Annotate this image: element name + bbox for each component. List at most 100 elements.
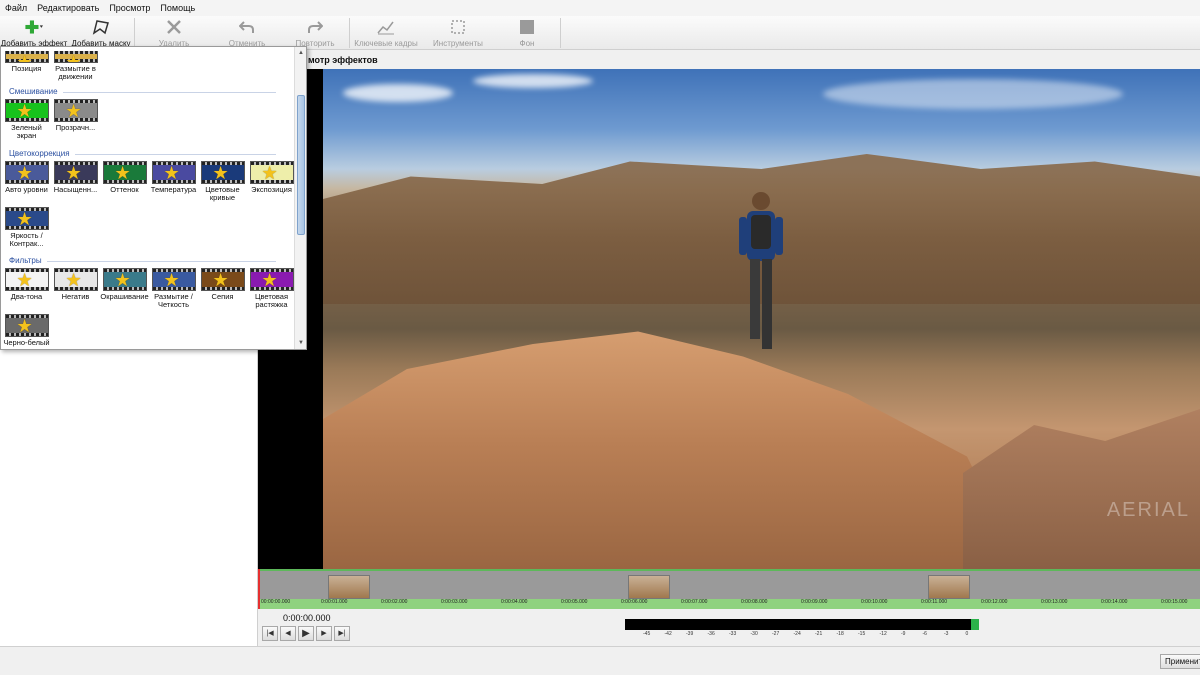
effect-tile[interactable]: ★ Прозрачн... [51,99,100,132]
color-stretch-effect-icon: ★ [249,268,294,291]
timeline-thumbnail[interactable] [928,575,970,599]
step-back-button[interactable]: ◀ [280,626,296,641]
timeline-ruler[interactable]: 00:00:00.000 0:00:01.000 0:00:02.000 0:00:0… [258,599,1200,609]
playhead[interactable] [258,569,260,609]
rock-right [963,409,1200,569]
effects-list: Смешивание Цветокоррекция Фильтры ★ Позиц… [1,47,294,349]
timeline-tick-label: 00:00:00.000 [261,599,291,605]
effect-tile[interactable]: ★ Цветовая растяжка [247,268,296,309]
effect-tile[interactable]: ★ Два-тона [2,268,51,301]
keyframes-button[interactable]: Ключевые кадры [350,16,422,50]
effect-tile[interactable]: ★ Экспозиция [247,161,296,194]
menu-bar: Файл Редактировать Просмотр Помощь [0,0,1200,16]
mask-icon [92,18,110,36]
timeline-thumbnail[interactable] [328,575,370,599]
audio-meter [625,619,971,630]
meter-tick-label: -42 [664,631,672,637]
effect-name: Сепия [211,292,234,301]
cloud [343,84,453,102]
effect-name: Окрашивание [100,292,149,301]
add-effect-button[interactable]: Добавить эффект [0,16,68,50]
scroll-up-icon[interactable]: ▲ [296,48,306,58]
effect-name: Авто уровни [5,185,48,194]
play-button[interactable]: ▶ [298,626,314,641]
step-forward-button[interactable]: ▶ [316,626,332,641]
meter-tick-label: -21 [815,631,823,637]
effects-scrollbar[interactable]: ▲ ▼ [294,47,306,349]
effect-name: Насыщенн... [53,185,98,194]
delete-button[interactable]: Удалить [135,16,213,50]
effect-tile[interactable]: ★ Окрашивание [100,268,149,301]
video-frame: AERIAL [323,69,1200,569]
delete-icon [165,18,183,36]
saturation-effect-icon: ★ [53,161,98,184]
background-button[interactable]: Фон [494,16,560,50]
meter-tick-label: -27 [772,631,780,637]
timeline[interactable]: 00:00:00.000 0:00:01.000 0:00:02.000 0:00:0… [258,569,1200,609]
green-screen-effect-icon: ★ [4,99,49,122]
meter-tick-label: -33 [729,631,737,637]
preview-title: мотр эффектов [258,52,1200,69]
effect-tile[interactable]: ★ Зеленый экран [2,99,51,140]
menu-file[interactable]: Файл [0,0,32,16]
effects-popup: Смешивание Цветокоррекция Фильтры ★ Позиц… [0,46,307,350]
effect-name: Размытие / Четкость [154,292,193,309]
scrollbar-thumb[interactable] [297,95,305,235]
effect-tile[interactable]: ★ Размытие / Четкость [149,268,198,309]
timeline-tick-label: 0:00:14.000 [1101,599,1128,605]
effect-tile[interactable]: ★ Черно-белый [2,314,51,347]
timeline-tick-label: 0:00:07.000 [681,599,708,605]
timeline-track[interactable] [258,571,1200,599]
tools-button[interactable]: Инструменты [422,16,494,50]
meter-tick-label: -15 [858,631,866,637]
undo-button[interactable]: Отменить [213,16,281,50]
effect-tile[interactable]: ★ Размытие в движении [51,51,100,81]
menu-help[interactable]: Помощь [155,0,200,16]
add-effect-icon [25,18,43,36]
effect-tile[interactable]: ★ Яркость / Контрак... [2,207,51,248]
redo-button[interactable]: Повторить [281,16,349,50]
redo-icon [306,18,324,36]
meter-tick-label: -36 [707,631,715,637]
keyframes-label: Ключевые кадры [354,39,418,48]
menu-view[interactable]: Просмотр [104,0,155,16]
meter-tick-label: -9 [901,631,906,637]
step-forward-icon: ▶ [321,630,327,637]
add-mask-button[interactable]: Добавить маску [68,16,134,50]
apply-button[interactable]: Применить [1160,654,1200,669]
background-label: Фон [519,39,535,48]
tint-effect-icon: ★ [102,268,147,291]
cloud [473,74,593,88]
brightness-contrast-effect-icon: ★ [4,207,49,230]
preview-area: AERIAL [258,69,1200,569]
meter-tick-label: -24 [793,631,801,637]
meter-tick-label: -45 [643,631,651,637]
effect-tile[interactable]: ★ Позиция [2,51,51,73]
step-back-icon: ◀ [285,630,291,637]
effect-name: Размытие в движении [55,64,96,81]
hiker [739,192,783,349]
go-end-button[interactable]: ▶| [334,626,350,641]
timeline-tick-label: 0:00:09.000 [801,599,828,605]
meter-tick-label: 0 [965,631,969,637]
effect-tile[interactable]: ★ Сепия [198,268,247,301]
black-white-effect-icon: ★ [4,314,49,337]
effect-tile[interactable]: ★ Температура [149,161,198,194]
timeline-thumbnail[interactable] [628,575,670,599]
effect-name: Яркость / Контрак... [9,231,44,248]
menu-edit[interactable]: Редактировать [32,0,104,16]
effect-tile[interactable]: ★ Оттенок [100,161,149,194]
effect-name: Цветовая растяжка [254,292,289,309]
skip-end-icon: ▶| [338,630,346,637]
effect-tile[interactable]: ★ Авто уровни [2,161,51,194]
go-start-button[interactable]: |◀ [262,626,278,641]
effect-tile[interactable]: ★ Негатив [51,268,100,301]
scroll-down-icon[interactable]: ▼ [296,338,306,348]
timeline-tick-label: 0:00:15.000 [1161,599,1188,605]
tools-label: Инструменты [433,39,483,48]
effect-tile[interactable]: ★ Насыщенн... [51,161,100,194]
sepia-effect-icon: ★ [200,268,245,291]
effect-tile[interactable]: ★ Цветовые кривые [198,161,247,202]
meter-tick-label: -12 [879,631,887,637]
cloud [823,79,1123,109]
